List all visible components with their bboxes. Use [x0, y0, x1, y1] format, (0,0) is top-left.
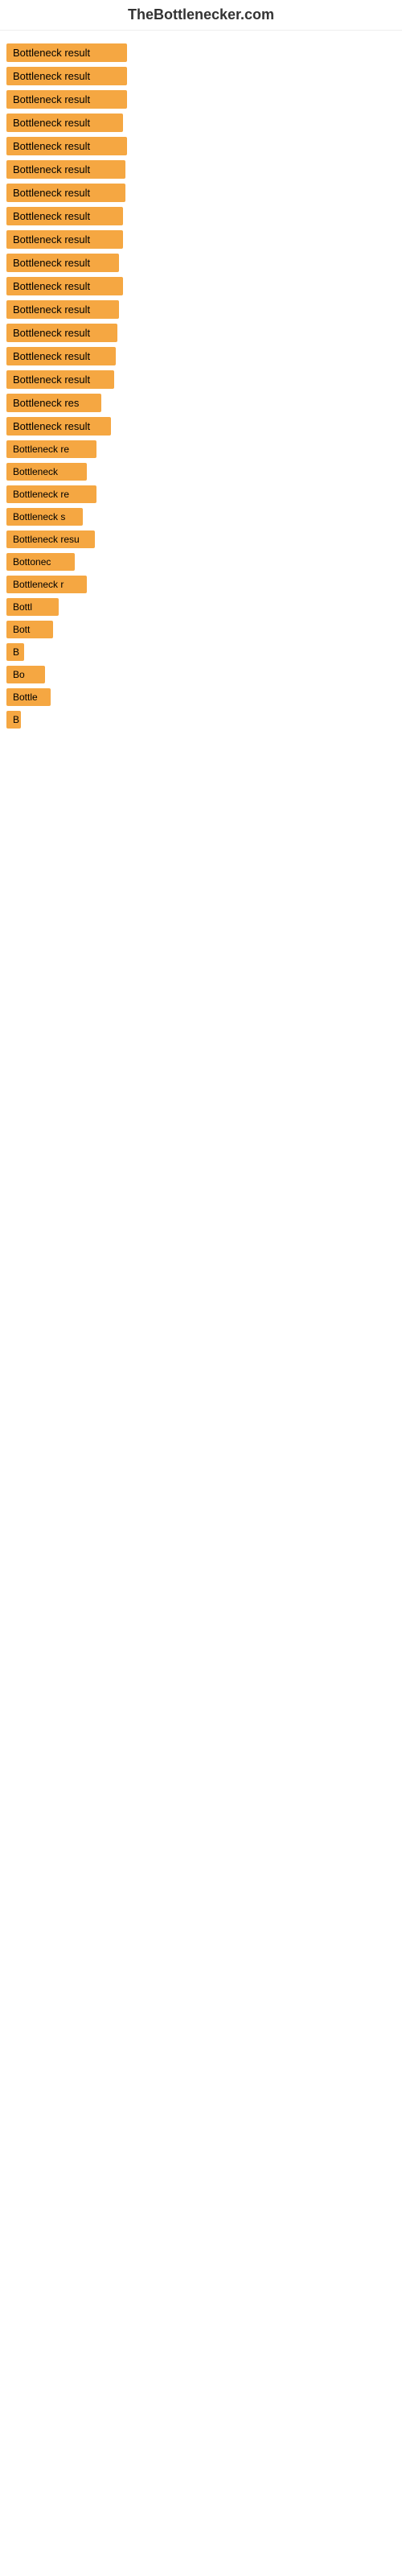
bottleneck-badge[interactable]: Bottle [6, 688, 51, 706]
list-item: Bottleneck result [6, 417, 396, 436]
bottleneck-badge[interactable]: Bottleneck result [6, 90, 127, 109]
bottleneck-badge[interactable]: Bottleneck result [6, 417, 111, 436]
bottleneck-badge[interactable]: Bottleneck result [6, 67, 127, 85]
bottleneck-badge[interactable]: Bo [6, 666, 45, 683]
list-item: Bottleneck [6, 463, 396, 481]
list-item: Bo [6, 666, 396, 683]
list-item: Bottleneck result [6, 114, 396, 132]
bottleneck-badge[interactable]: Bottleneck result [6, 300, 119, 319]
list-item: Bottl [6, 598, 396, 616]
bottleneck-badge[interactable]: B [6, 711, 21, 729]
bottleneck-badge[interactable]: Bottleneck result [6, 137, 127, 155]
bottleneck-badge[interactable]: Bottleneck re [6, 440, 96, 458]
bottleneck-badge[interactable]: Bottleneck result [6, 230, 123, 249]
list-item: Bottleneck result [6, 324, 396, 342]
list-item: Bottleneck re [6, 440, 396, 458]
bottleneck-badge[interactable]: B [6, 643, 24, 661]
list-item: Bottleneck result [6, 207, 396, 225]
bottleneck-badge[interactable]: Bottleneck result [6, 277, 123, 295]
bottleneck-badge[interactable]: Bottleneck re [6, 485, 96, 503]
list-item: Bottleneck result [6, 254, 396, 272]
list-item: Bottleneck result [6, 184, 396, 202]
bottleneck-badge[interactable]: Bottleneck [6, 463, 87, 481]
list-item: B [6, 643, 396, 661]
list-item: Bottleneck s [6, 508, 396, 526]
bottleneck-badge[interactable]: Bottleneck result [6, 160, 125, 179]
bottleneck-badge[interactable]: Bottleneck result [6, 114, 123, 132]
bottom-spacer [0, 741, 402, 1224]
bottleneck-badge[interactable]: Bottleneck result [6, 207, 123, 225]
bottleneck-badge[interactable]: Bott [6, 621, 53, 638]
list-item: Bottleneck result [6, 277, 396, 295]
list-item: Bottleneck result [6, 370, 396, 389]
list-item: Bottleneck re [6, 485, 396, 503]
bottleneck-badge[interactable]: Bottleneck res [6, 394, 101, 412]
bottleneck-badge[interactable]: Bottleneck r [6, 576, 87, 593]
bottleneck-badge[interactable]: Bottleneck s [6, 508, 83, 526]
list-item: Bottleneck result [6, 300, 396, 319]
bottleneck-badge[interactable]: Bottleneck result [6, 370, 114, 389]
list-item: Bottonec [6, 553, 396, 571]
bottleneck-badge[interactable]: Bottleneck result [6, 324, 117, 342]
list-item: Bottleneck result [6, 160, 396, 179]
list-item: Bottleneck result [6, 67, 396, 85]
list-item: Bottleneck result [6, 137, 396, 155]
list-item: Bottleneck result [6, 90, 396, 109]
list-item: Bottleneck result [6, 230, 396, 249]
list-item: Bottleneck result [6, 43, 396, 62]
items-container: Bottleneck result Bottleneck result Bottle… [0, 31, 402, 741]
page-title: TheBottlenecker.com [0, 0, 402, 31]
bottleneck-badge[interactable]: Bottleneck result [6, 43, 127, 62]
bottleneck-badge[interactable]: Bottleneck result [6, 347, 116, 365]
bottleneck-badge[interactable]: Bottleneck result [6, 254, 119, 272]
list-item: B [6, 711, 396, 729]
list-item: Bottleneck res [6, 394, 396, 412]
bottleneck-badge[interactable]: Bottl [6, 598, 59, 616]
bottleneck-badge[interactable]: Bottleneck result [6, 184, 125, 202]
list-item: Bottle [6, 688, 396, 706]
bottleneck-badge[interactable]: Bottleneck resu [6, 530, 95, 548]
list-item: Bottleneck r [6, 576, 396, 593]
bottleneck-badge[interactable]: Bottonec [6, 553, 75, 571]
list-item: Bottleneck resu [6, 530, 396, 548]
list-item: Bottleneck result [6, 347, 396, 365]
list-item: Bott [6, 621, 396, 638]
